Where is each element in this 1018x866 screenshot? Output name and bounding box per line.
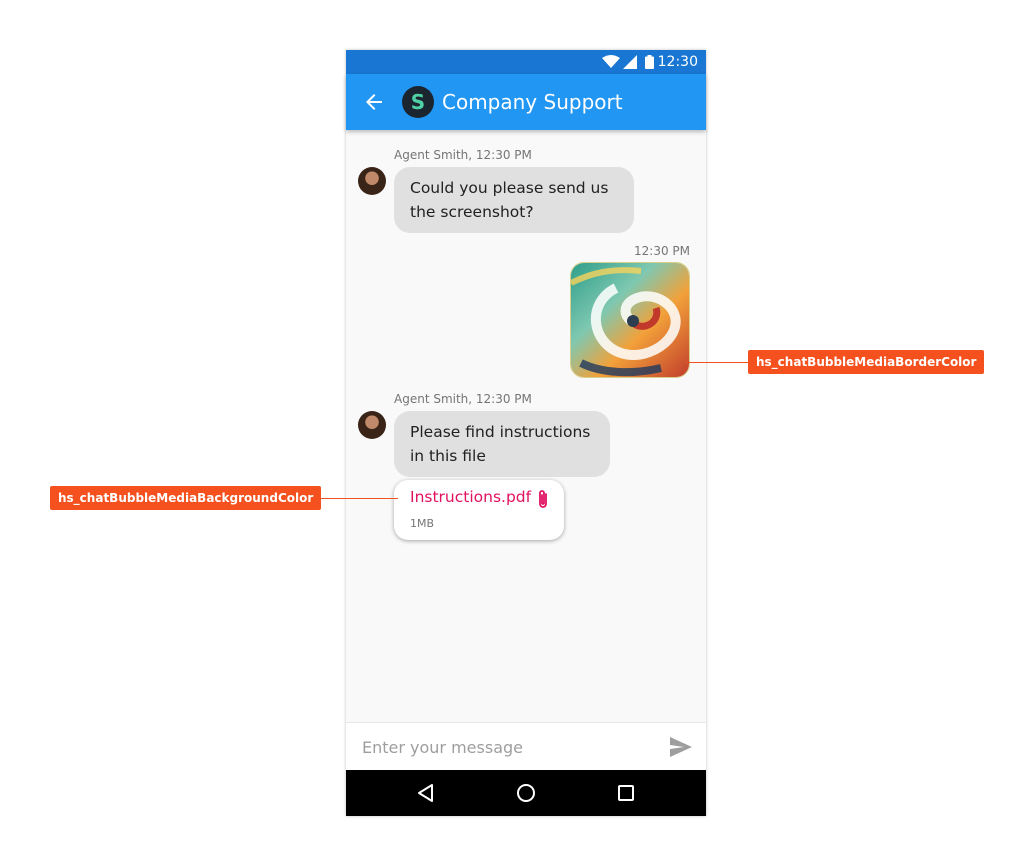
navigation-bar	[346, 770, 706, 816]
paperclip-icon	[539, 490, 547, 508]
annotation-connector	[686, 362, 748, 363]
back-arrow-icon[interactable]	[362, 90, 386, 114]
annotation-media-border-color: hs_chatBubbleMediaBorderColor	[748, 350, 985, 374]
incoming-message-bubble: Could you please send us the screenshot?	[394, 167, 634, 233]
agent-avatar	[358, 411, 386, 439]
status-time: 12:30	[657, 54, 698, 70]
app-bar: S Company Support	[346, 74, 706, 130]
app-title: Company Support	[442, 90, 623, 114]
message-composer	[346, 722, 706, 770]
status-bar: 12:30	[346, 50, 706, 74]
attachment-card[interactable]: Instructions.pdf 1MB	[394, 480, 564, 540]
swirl-painting-image	[571, 263, 689, 377]
agent-avatar	[358, 167, 386, 195]
send-icon[interactable]	[670, 737, 692, 757]
company-logo: S	[402, 86, 434, 118]
message-meta: Agent Smith, 12:30 PM	[394, 392, 532, 406]
phone-screen: 12:30 S Company Support Agent Smith, 12:…	[346, 50, 706, 816]
nav-back-icon[interactable]	[415, 782, 437, 804]
incoming-message-bubble: Please find instructions in this file	[394, 411, 610, 477]
attachment-name: Instructions.pdf	[410, 488, 532, 506]
message-meta: 12:30 PM	[634, 244, 690, 258]
attachment-size: 1MB	[410, 517, 435, 530]
nav-recents-icon[interactable]	[615, 782, 637, 804]
nav-home-icon[interactable]	[515, 782, 537, 804]
annotation-media-background-color: hs_chatBubbleMediaBackgroundColor	[50, 486, 322, 510]
message-input[interactable]	[362, 735, 652, 759]
message-meta: Agent Smith, 12:30 PM	[394, 148, 532, 162]
media-image-bubble[interactable]	[570, 262, 690, 378]
wifi-icon	[602, 55, 620, 68]
cell-signal-icon	[623, 55, 637, 69]
battery-icon	[645, 55, 654, 69]
